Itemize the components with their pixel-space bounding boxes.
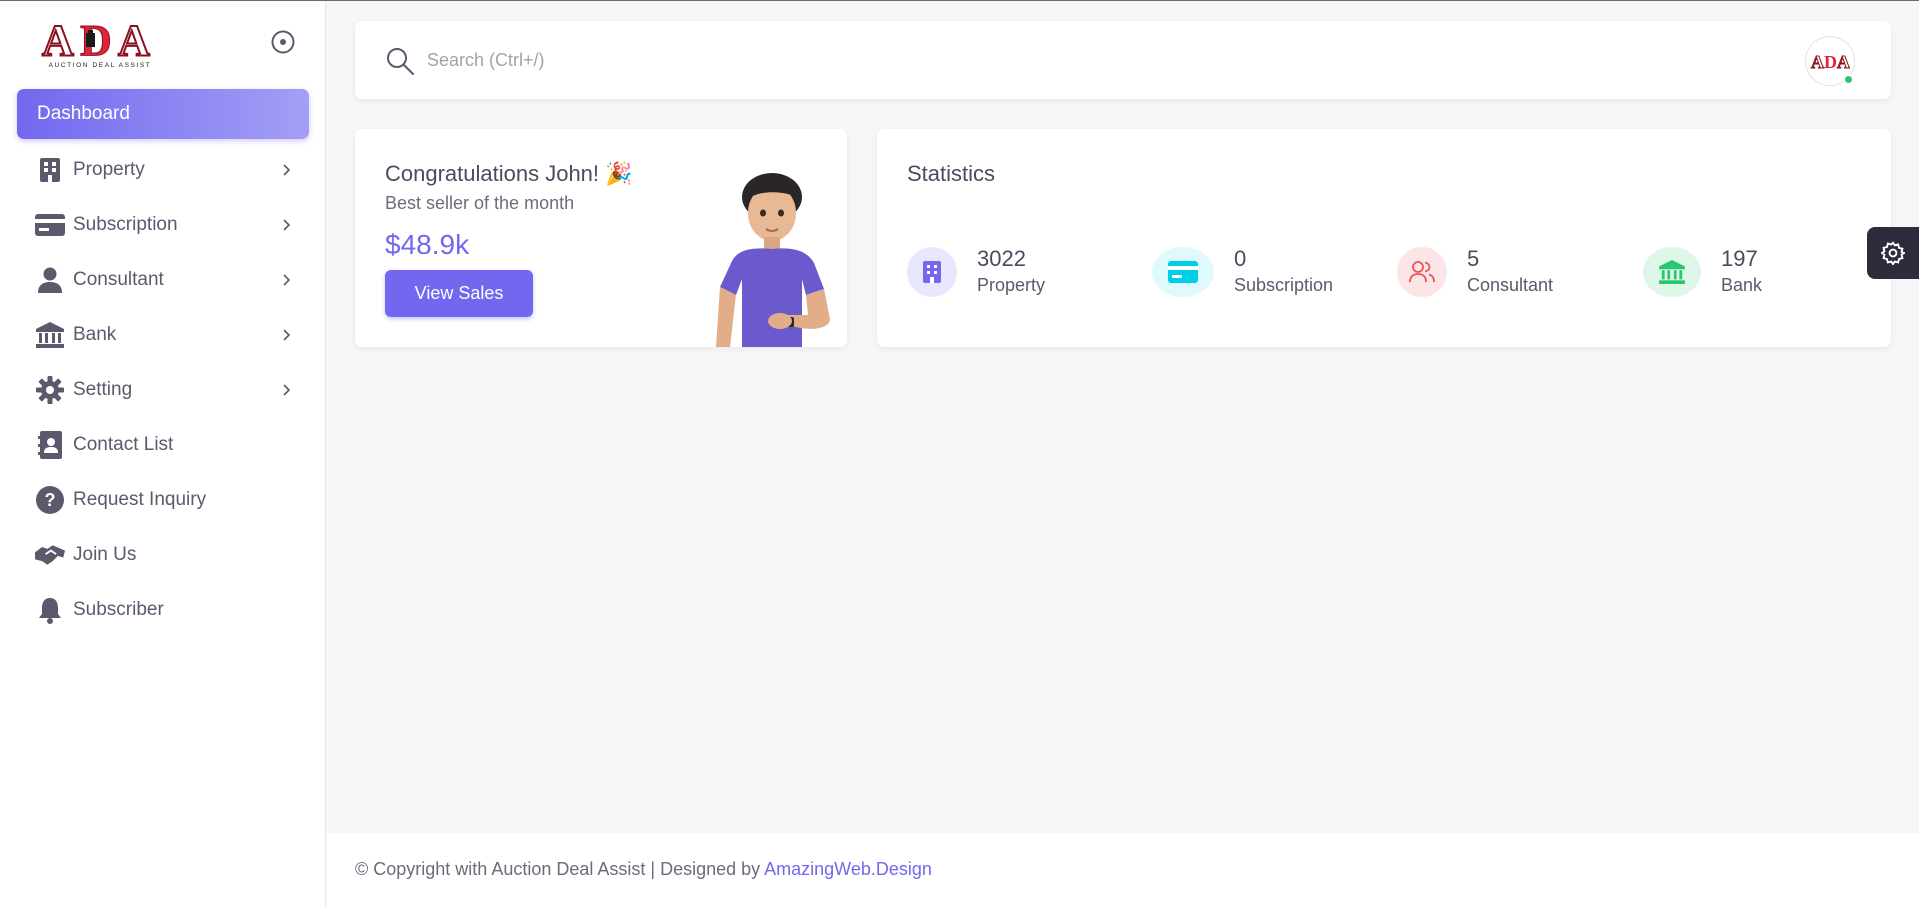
customizer-toggle-button[interactable] [1867, 227, 1919, 279]
chevron-right-icon [283, 383, 291, 396]
contact-book-icon [35, 430, 65, 460]
sidebar-item-subscriber[interactable]: Subscriber [17, 582, 309, 637]
designer-link[interactable]: AmazingWeb.Design [764, 859, 932, 879]
building-icon [35, 155, 65, 185]
top-navbar: A D A [355, 21, 1891, 99]
stat-bank: 197 Bank [1643, 242, 1762, 302]
stat-subscription: 0 Subscription [1152, 242, 1333, 302]
credit-card-icon [1152, 247, 1214, 297]
stat-value: 3022 [977, 246, 1026, 271]
sidebar-item-label: Contact List [73, 433, 174, 455]
sidebar-item-contact-list[interactable]: Contact List [17, 417, 309, 472]
search-icon[interactable] [385, 46, 415, 76]
svg-text:A: A [42, 16, 74, 65]
sidebar-item-label: Join Us [73, 543, 137, 565]
user-icon [35, 265, 65, 295]
sidebar-item-label: Dashboard [37, 103, 130, 124]
sidebar-item-label: Subscription [73, 213, 178, 235]
sales-amount: $48.9k [385, 229, 470, 260]
stat-label: Subscription [1234, 275, 1334, 295]
svg-text:D: D [1824, 52, 1837, 72]
stat-label: Consultant [1467, 275, 1554, 295]
sidebar-item-subscription[interactable]: Subscription [17, 197, 309, 252]
sidebar-item-label: Property [73, 158, 145, 180]
sidebar-item-consultant[interactable]: Consultant [17, 252, 309, 307]
gear-icon [1881, 241, 1905, 265]
sidebar-item-label: Setting [73, 378, 133, 400]
svg-text:A: A [1837, 52, 1850, 72]
sidebar-item-label: Bank [73, 323, 117, 345]
avatar-logo-icon: A D A [1811, 52, 1851, 73]
view-sales-button[interactable]: View Sales [385, 270, 533, 317]
stat-label: Bank [1721, 275, 1763, 295]
person-illustration [716, 173, 830, 347]
copyright-label: © Copyright with Auction Deal Assist | D… [355, 859, 765, 879]
bell-icon [35, 595, 65, 625]
sidebar-item-setting[interactable]: Setting [17, 362, 309, 417]
sidebar-item-label: Subscriber [73, 598, 164, 620]
search-input[interactable] [427, 41, 1127, 79]
chevron-right-icon [283, 163, 291, 176]
stat-value: 0 [1234, 246, 1247, 271]
bank-icon [35, 320, 65, 350]
stat-label: Property [977, 275, 1046, 295]
congrats-title: Congratulations John! 🎉 [385, 161, 633, 186]
handshake-icon [35, 540, 65, 570]
sidebar-item-join-us[interactable]: Join Us [17, 527, 309, 582]
online-status-badge [1843, 74, 1854, 85]
gear-icon [35, 375, 65, 405]
chevron-right-icon [283, 328, 291, 341]
statistics-title: Statistics [907, 161, 996, 186]
logo-tagline: AUCTION DEAL ASSIST [49, 62, 152, 69]
chevron-right-icon [283, 218, 291, 231]
bank-icon [1643, 247, 1701, 297]
sidebar-item-request-inquiry[interactable]: ? Request Inquiry [17, 472, 309, 527]
sidebar-item-property[interactable]: Property [17, 142, 309, 197]
sidebar-item-label: Consultant [73, 268, 164, 290]
statistics-card: Statistics 3022 Property 0 Subscription … [877, 129, 1891, 347]
stat-value: 5 [1467, 246, 1480, 271]
congrats-subtitle: Best seller of the month [385, 193, 575, 213]
sidebar-nav: Dashboard Property Subscription Consulta… [17, 89, 309, 637]
sidebar-item-dashboard[interactable]: Dashboard [17, 89, 309, 139]
credit-card-icon [35, 210, 65, 240]
ada-logo[interactable]: A D A AUCTION DEAL ASSIST [40, 13, 160, 69]
stat-consultant: 5 Consultant [1397, 242, 1553, 302]
footer: © Copyright with Auction Deal Assist | D… [327, 833, 1919, 907]
user-avatar[interactable]: A D A [1805, 36, 1855, 86]
users-icon [1397, 247, 1447, 297]
question-circle-icon: ? [35, 485, 65, 515]
building-icon [907, 247, 957, 297]
stat-property: 3022 Property [907, 242, 1045, 302]
sidebar: A D A AUCTION DEAL ASSIST Dashboard Prop… [0, 1, 326, 907]
svg-text:D: D [80, 16, 112, 65]
svg-text:?: ? [45, 490, 56, 510]
stat-value: 197 [1721, 246, 1758, 271]
sidebar-item-bank[interactable]: Bank [17, 307, 309, 362]
chevron-right-icon [283, 273, 291, 286]
copyright-text: © Copyright with Auction Deal Assist | D… [355, 859, 932, 880]
sidebar-item-label: Request Inquiry [73, 488, 207, 510]
sidebar-toggle-icon[interactable] [270, 29, 296, 55]
svg-text:A: A [118, 16, 150, 65]
svg-text:A: A [1811, 52, 1824, 72]
congratulations-card: Congratulations John! 🎉 Best seller of t… [355, 129, 847, 347]
